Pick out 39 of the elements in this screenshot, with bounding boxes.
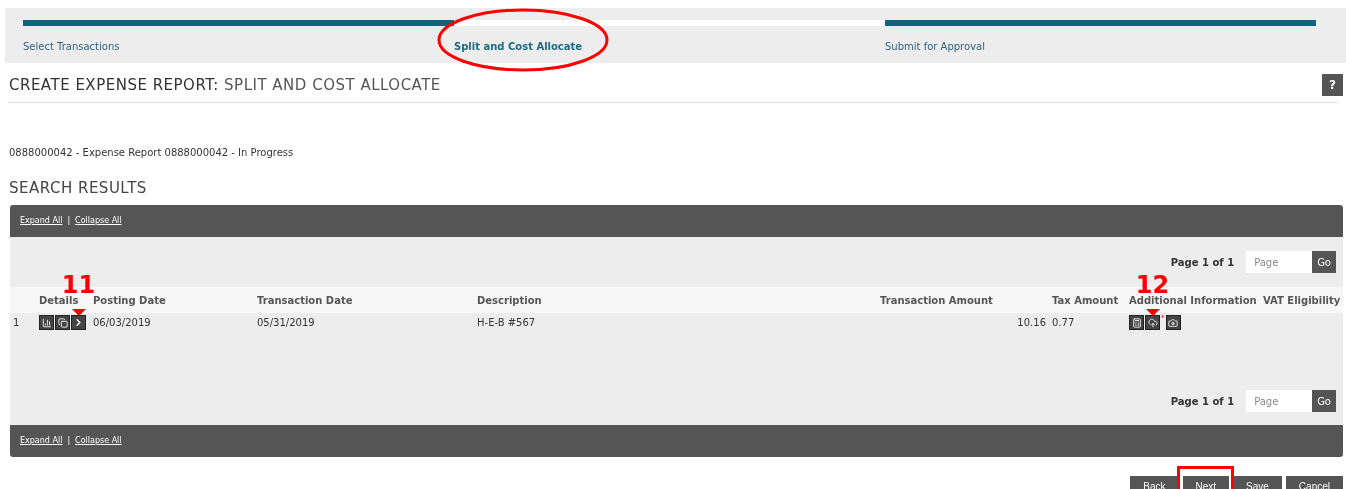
table-cell-text: 06/03/2019	[93, 316, 152, 330]
row-number: 1	[12, 316, 21, 330]
section-title: SEARCH RESULTS	[9, 177, 148, 199]
column-header: Transaction Amount	[880, 293, 994, 308]
page-input[interactable]: Page	[1246, 251, 1313, 273]
report-info: 0888000042 - Expense Report 0888000042 - In Progress	[9, 145, 295, 160]
chart-icon[interactable]	[39, 315, 54, 330]
column-header: Transaction Date	[257, 293, 354, 308]
help-button[interactable]: ?	[1322, 74, 1343, 97]
table-cell-text: 05/31/2019	[257, 316, 316, 330]
column-header: Description	[477, 293, 543, 308]
step-label[interactable]: Submit for Approval	[885, 39, 985, 54]
panel-link[interactable]: Collapse All	[75, 435, 122, 447]
column-header: Posting Date	[93, 293, 167, 308]
separator: |	[67, 215, 71, 227]
panel-link[interactable]: Expand All	[20, 215, 63, 227]
page-title: CREATE EXPENSE REPORT: SPLIT AND COST ALLOCATE	[9, 75, 441, 96]
down-arrow-icon	[1145, 309, 1160, 316]
column-header: VAT Eligibility	[1263, 293, 1341, 308]
panel-link[interactable]: Collapse All	[75, 215, 122, 227]
go-button[interactable]: Go	[1312, 251, 1336, 273]
down-arrow-icon	[71, 309, 86, 316]
separator: |	[67, 435, 71, 447]
calculator-icon[interactable]	[1129, 315, 1144, 330]
copy-icon[interactable]	[55, 315, 70, 330]
page-count: Page 1 of 1	[1170, 255, 1235, 270]
cloud-upload-icon[interactable]	[1145, 315, 1160, 330]
page-input[interactable]: Page	[1246, 390, 1313, 412]
table-cell-text: H-E-B #567	[477, 316, 537, 330]
go-button[interactable]: Go	[1312, 390, 1336, 412]
panel-link[interactable]: Expand All	[20, 435, 63, 447]
camera-icon[interactable]	[1165, 315, 1181, 330]
chevron-right-icon[interactable]	[71, 315, 86, 330]
column-header: Tax Amount	[1052, 293, 1120, 308]
step-label[interactable]: Split and Cost Allocate	[454, 39, 583, 54]
step-label[interactable]: Select Transactions	[23, 39, 120, 54]
table-cell-text: 10.16	[1016, 316, 1047, 330]
table-cell-text: 0.77	[1052, 316, 1076, 330]
page-count: Page 1 of 1	[1170, 394, 1235, 409]
